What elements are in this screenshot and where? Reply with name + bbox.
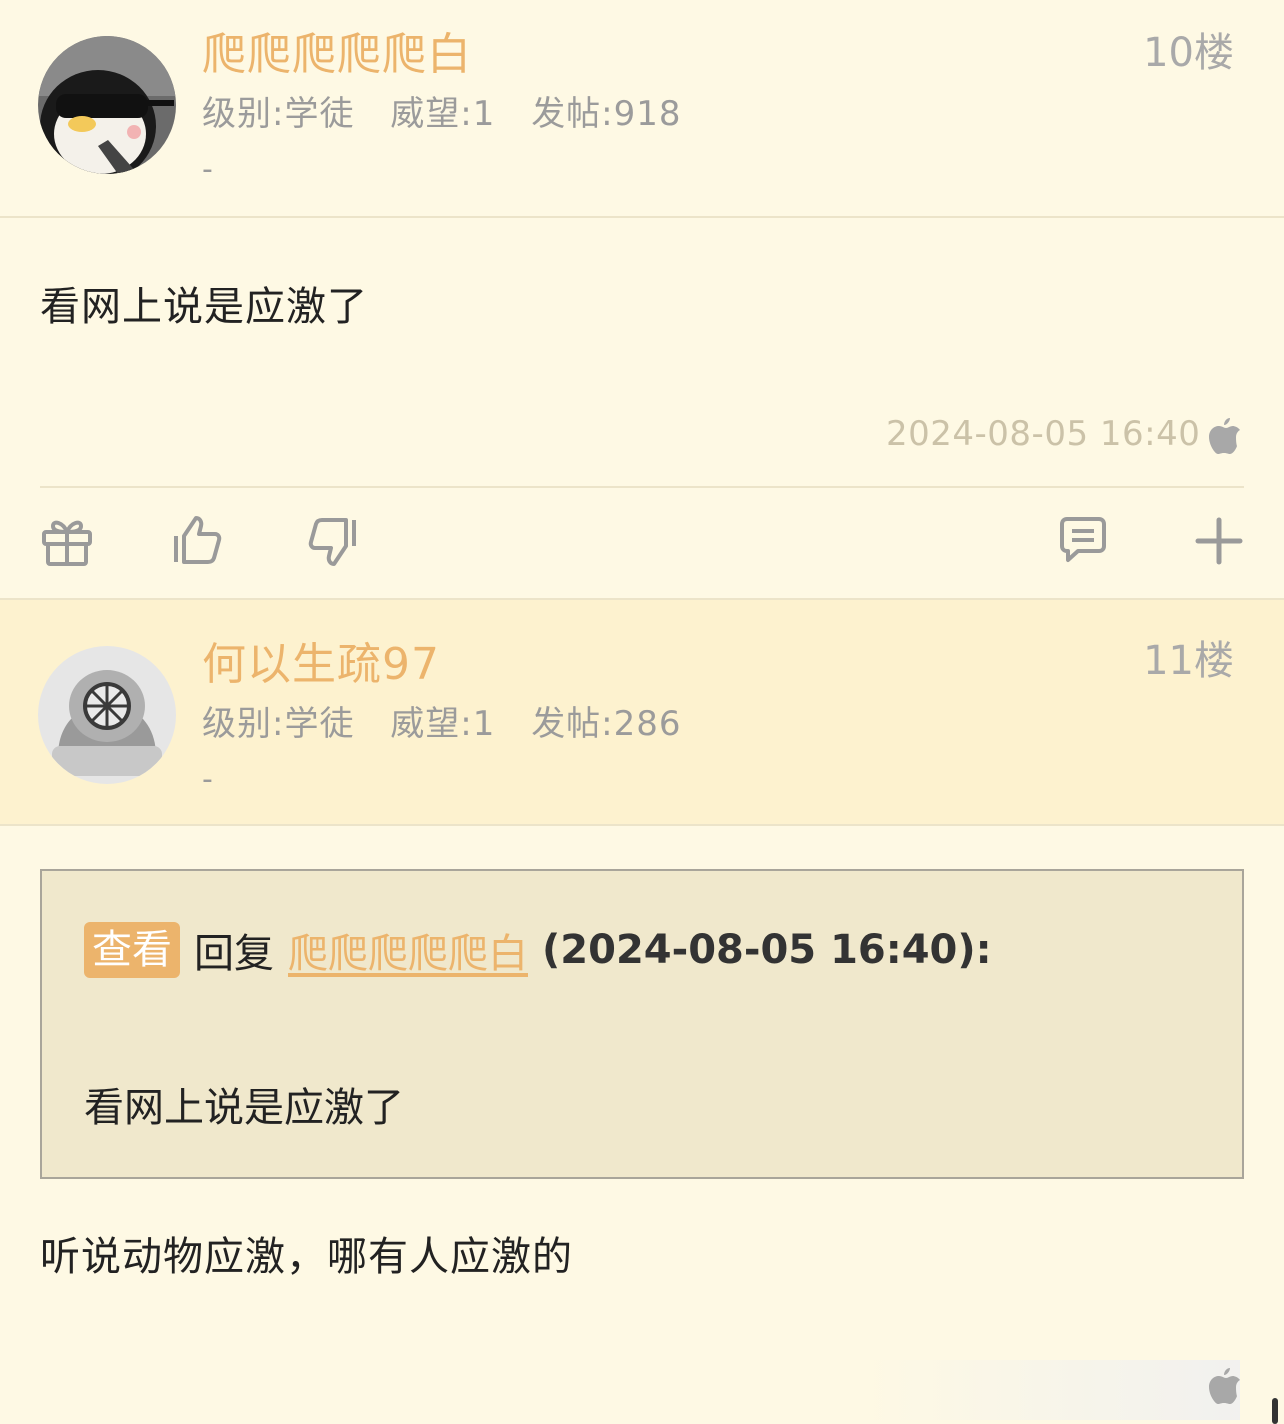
view-button[interactable]: 查看 xyxy=(84,922,180,978)
user-post-count: 发帖:918 xyxy=(531,94,682,134)
floor-number: 10楼 xyxy=(1143,30,1234,76)
username[interactable]: 何以生疏97 xyxy=(202,628,440,692)
post-header-11: 何以生疏97 级别:学徒 威望:1 发帖:286 - 11楼 xyxy=(0,598,1284,826)
loading-overlay xyxy=(860,1360,1240,1420)
quote-header: 查看 回复 爬爬爬爬爬白 (2024-08-05 16:40): xyxy=(84,921,992,979)
user-meta: 级别:学徒 威望:1 发帖:918 xyxy=(202,86,706,135)
post-content: 看网上说是应激了 xyxy=(40,284,368,330)
user-meta: 级别:学徒 威望:1 发帖:286 xyxy=(202,696,706,745)
divider xyxy=(40,486,1244,488)
reply-label: 回复 xyxy=(194,931,274,977)
post-time: 2024-08-05 16:40 xyxy=(886,414,1201,454)
user-prestige: 威望:1 xyxy=(390,94,496,134)
avatar[interactable] xyxy=(38,36,176,174)
username[interactable]: 爬爬爬爬爬白 xyxy=(202,18,472,82)
user-prestige: 威望:1 xyxy=(390,704,496,744)
thumbs-up-icon[interactable] xyxy=(170,514,224,568)
apple-icon xyxy=(1208,416,1242,456)
apple-icon xyxy=(1208,1366,1242,1406)
scrollbar[interactable] xyxy=(1272,1398,1278,1424)
quoted-text: 看网上说是应激了 xyxy=(84,1085,404,1131)
user-level: 级别:学徒 xyxy=(202,704,355,744)
post-content: 听说动物应激，哪有人应激的 xyxy=(40,1234,573,1280)
quote-block: 查看 回复 爬爬爬爬爬白 (2024-08-05 16:40): 看网上说是应激… xyxy=(40,869,1244,1179)
thumbs-down-icon[interactable] xyxy=(306,514,360,568)
user-signature: - xyxy=(202,152,213,187)
user-level: 级别:学徒 xyxy=(202,94,355,134)
user-signature: - xyxy=(202,762,213,797)
plus-icon[interactable] xyxy=(1192,514,1246,568)
floor-number: 11楼 xyxy=(1143,638,1234,684)
comment-icon[interactable] xyxy=(1056,514,1110,568)
post-header-10: 爬爬爬爬爬白 级别:学徒 威望:1 发帖:918 - 10楼 xyxy=(0,0,1284,218)
quoted-time: (2024-08-05 16:40): xyxy=(542,927,992,973)
quoted-username-link[interactable]: 爬爬爬爬爬白 xyxy=(288,921,528,979)
user-post-count: 发帖:286 xyxy=(531,704,682,744)
avatar[interactable] xyxy=(38,646,176,784)
gift-icon[interactable] xyxy=(40,514,94,568)
